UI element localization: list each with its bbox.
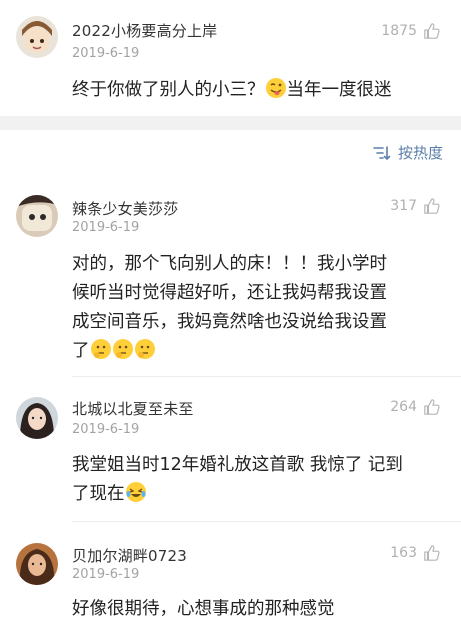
username[interactable]: 2022小杨要高分上岸 — [72, 20, 217, 41]
comment-date: 2019-6-19 — [72, 567, 140, 582]
comment-date: 2019-6-19 — [72, 46, 140, 61]
username[interactable]: 辣条少女美莎莎 — [72, 198, 178, 219]
avatar[interactable] — [16, 16, 58, 58]
comment-text: 终于你做了别人的小三？ 当年一度很迷 — [72, 76, 447, 105]
like-button[interactable]: 264 — [390, 398, 441, 416]
sort-button[interactable]: 按热度 — [372, 142, 443, 163]
avatar[interactable] — [16, 543, 58, 585]
comment-text: 好像很期待，心想事成的那种感觉 — [72, 599, 335, 619]
username[interactable]: 北城以北夏至未至 — [72, 398, 194, 419]
avatar[interactable] — [16, 195, 58, 237]
like-count: 163 — [390, 545, 417, 561]
divider — [72, 521, 461, 522]
sort-icon — [373, 145, 391, 160]
like-count: 1875 — [381, 23, 417, 39]
like-button[interactable]: 163 — [390, 544, 441, 562]
username[interactable]: 贝加尔湖畔0723 — [72, 545, 187, 566]
avatar[interactable] — [16, 397, 58, 439]
comment-date: 2019-6-19 — [72, 220, 140, 235]
thumbs-up-icon — [424, 198, 440, 214]
like-button[interactable]: 317 — [390, 197, 441, 215]
like-button[interactable]: 1875 — [381, 22, 441, 40]
like-count: 317 — [390, 198, 417, 214]
thumbs-up-icon — [424, 399, 440, 415]
thumbs-up-icon — [424, 23, 440, 39]
divider — [72, 376, 461, 377]
tongue-face-icon — [265, 78, 286, 98]
laughing-tears-face-icon — [125, 482, 146, 502]
section-divider — [0, 116, 461, 130]
thumbs-up-icon — [424, 545, 440, 561]
like-count: 264 — [390, 399, 417, 415]
sort-label: 按热度 — [397, 144, 443, 162]
comment-text: 我堂姐当时12年婚礼放这首歌 我惊了 记到 了现在 — [72, 455, 403, 504]
thinking-face-icon — [90, 339, 156, 361]
comment-date: 2019-6-19 — [72, 422, 140, 437]
comment-text: 对的，那个飞向别人的床！！！我小学时 候听当时觉得超好听，还让我妈帮我设置 成空… — [72, 254, 387, 361]
